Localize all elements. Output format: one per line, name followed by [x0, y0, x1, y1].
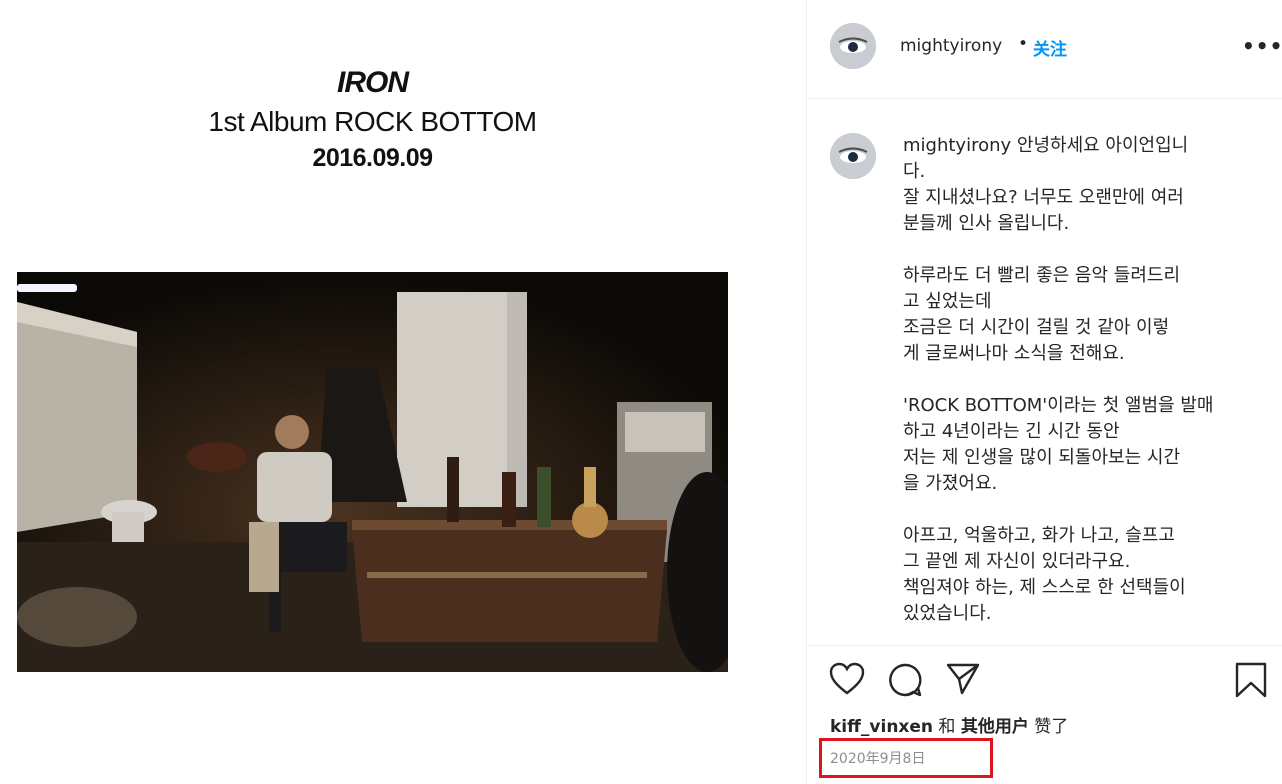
post-date[interactable]: 2020年9月8日	[830, 748, 925, 768]
actions-divider	[807, 645, 1282, 646]
cover-album: 1st Album ROCK BOTTOM	[208, 106, 537, 137]
author-avatar[interactable]	[830, 23, 876, 69]
likes-suffix: 赞了	[1028, 717, 1069, 737]
caption-text: 안녕하세요 아이언입니 다. 잘 지내셨나요? 너무도 오랜만에 여러 분들께 …	[903, 135, 1214, 624]
post-media-panel: IRON 1st Album ROCK BOTTOM 2016.09.09	[0, 0, 806, 784]
header-separator: •	[1018, 34, 1029, 54]
more-options-icon[interactable]: •••	[1242, 34, 1282, 58]
caption-avatar[interactable]	[830, 133, 876, 179]
cover-date: 2016.09.09	[312, 144, 433, 172]
cover-artist: IRON	[337, 66, 409, 99]
bookmark-icon[interactable]	[1234, 662, 1268, 698]
liker-username[interactable]: kiff_vinxen	[830, 717, 933, 737]
likes-others[interactable]: 其他用户	[961, 717, 1029, 737]
header-divider	[807, 98, 1282, 99]
post-caption: mightyirony 안녕하세요 아이언입니 다. 잘 지내셨나요? 너무도 …	[903, 133, 1248, 627]
caption-username[interactable]: mightyirony	[903, 135, 1011, 156]
follow-button[interactable]: 关注	[1033, 35, 1067, 60]
likes-conj: 和	[933, 717, 961, 737]
comment-icon[interactable]	[887, 662, 923, 698]
heart-icon[interactable]	[829, 662, 865, 696]
author-username[interactable]: mightyirony	[900, 36, 1002, 56]
post-details-panel: mightyirony • 关注 ••• mightyirony 안녕하세요 아…	[807, 0, 1282, 784]
paper-plane-icon[interactable]	[945, 662, 981, 696]
avatar-eye-icon	[830, 23, 876, 69]
likes-summary[interactable]: kiff_vinxen 和 其他用户 赞了	[830, 712, 1068, 737]
album-scene-image	[17, 272, 728, 672]
post-photo[interactable]	[17, 272, 728, 672]
avatar-eye-icon	[830, 133, 876, 179]
